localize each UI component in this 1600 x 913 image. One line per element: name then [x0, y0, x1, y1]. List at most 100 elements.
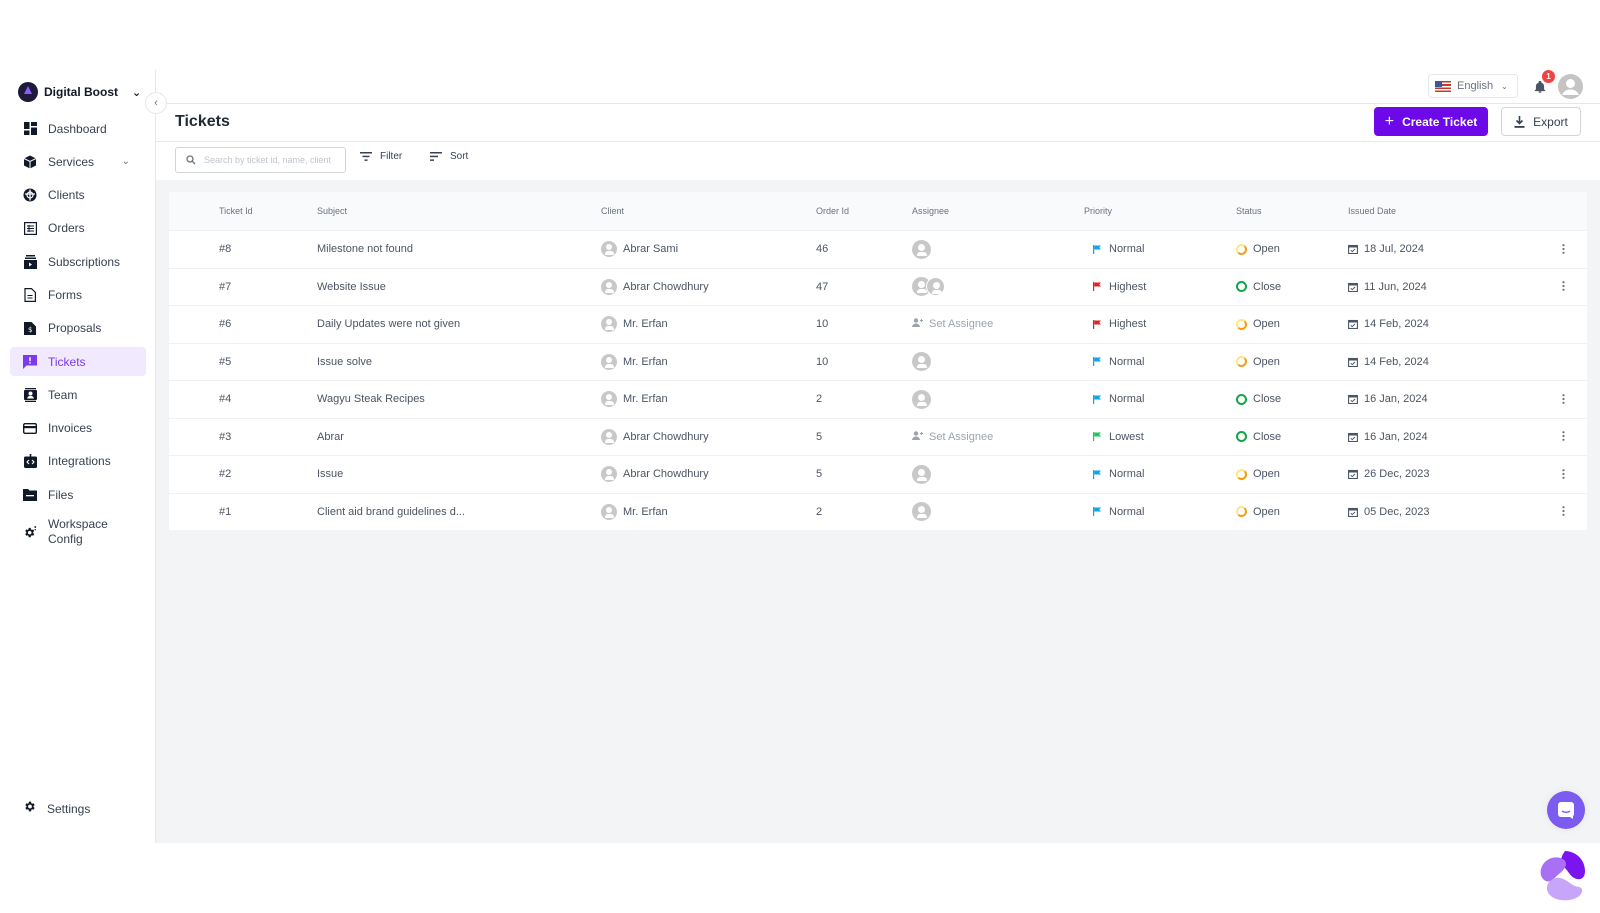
flag-icon [1093, 282, 1101, 292]
column-header-ticket-id[interactable]: Ticket Id [169, 206, 317, 216]
order-id: 2 [816, 505, 823, 518]
notifications-button[interactable]: 1 [1533, 70, 1555, 96]
assignee-cell[interactable]: Set Assignee [912, 431, 1084, 443]
sidebar-item-tickets[interactable]: Tickets [10, 347, 146, 377]
sidebar-item-files[interactable]: Files [10, 480, 146, 509]
assignee-cell[interactable] [912, 389, 1084, 409]
support-chat-button[interactable] [1547, 791, 1585, 829]
column-header-issued-date[interactable]: Issued Date [1348, 206, 1558, 216]
ticket-subject[interactable]: Website Issue [317, 281, 601, 293]
assignee-cell[interactable] [912, 277, 1084, 297]
sidebar-item-invoices[interactable]: Invoices [10, 414, 146, 443]
assignee-cell[interactable]: Set Assignee [912, 318, 1084, 330]
create-ticket-button[interactable]: + Create Ticket [1374, 107, 1488, 136]
ticket-subject[interactable]: Client aid brand guidelines d... [317, 506, 601, 518]
sidebar-item-integrations[interactable]: Integrations [10, 447, 146, 476]
export-button[interactable]: Export [1501, 107, 1581, 136]
workspace-switcher[interactable]: Digital Boost ⌄ [18, 82, 141, 102]
assignee-cell[interactable] [912, 239, 1084, 259]
table-row[interactable]: #7 Website Issue Abrar Chowdhury 47 Highest C… [169, 267, 1587, 305]
table-row[interactable]: #1 Client aid brand guidelines d... Mr. Er… [169, 492, 1587, 530]
status-badge: Open [1236, 243, 1348, 255]
brand-logo-icon [1540, 851, 1585, 901]
status-badge: Close [1236, 281, 1348, 293]
sidebar-item-services[interactable]: Services ⌄ [10, 147, 146, 176]
table-row[interactable]: #2 Issue Abrar Chowdhury 5 Normal Open 26 Dec,… [169, 455, 1587, 493]
actions-cell [1558, 393, 1587, 405]
ticket-subject[interactable]: Wagyu Steak Recipes [317, 393, 601, 405]
sort-button[interactable]: Sort [430, 151, 468, 162]
assignee-avatar[interactable] [926, 277, 945, 297]
table-row[interactable]: #3 Abrar Abrar Chowdhury 5 Set Assignee Lowes… [169, 417, 1587, 455]
team-icon [23, 387, 37, 402]
more-options-icon[interactable] [1558, 506, 1568, 517]
sidebar-item-clients[interactable]: Clients [10, 181, 146, 210]
client-cell: Abrar Sami [601, 241, 816, 258]
sidebar-item-orders[interactable]: Orders [10, 214, 146, 243]
search-box [175, 147, 346, 173]
sidebar-item-proposals[interactable]: $ Proposals [10, 314, 146, 343]
ticket-subject[interactable]: Milestone not found [317, 243, 601, 255]
column-header-client[interactable]: Client [601, 206, 816, 216]
more-options-icon[interactable] [1558, 243, 1568, 255]
collapse-sidebar-button[interactable]: ‹ [145, 92, 167, 114]
ticket-subject[interactable]: Issue [317, 468, 601, 480]
assignee-avatar[interactable] [912, 352, 931, 372]
priority-cell: Highest [1084, 281, 1236, 293]
sidebar-item-team[interactable]: Team [10, 380, 146, 409]
filter-button[interactable]: Filter [360, 151, 402, 162]
more-options-icon[interactable] [1558, 431, 1568, 442]
user-icon [1562, 79, 1579, 95]
user-avatar[interactable] [1558, 74, 1583, 99]
ticket-subject[interactable]: Daily Updates were not given [317, 318, 601, 330]
ticket-subject[interactable]: Issue solve [317, 356, 601, 368]
add-user-icon [912, 431, 923, 443]
table-toolbar: Filter Sort [156, 142, 1600, 180]
set-assignee-button[interactable]: Set Assignee [912, 431, 993, 443]
sidebar-item-workspace-config[interactable]: Workspace Config [10, 514, 146, 550]
table-row[interactable]: #5 Issue solve Mr. Erfan 10 Normal Open 14 Feb… [169, 342, 1587, 380]
set-assignee-button[interactable]: Set Assignee [912, 318, 993, 330]
sidebar-item-settings[interactable]: Settings [23, 800, 90, 818]
column-header-priority[interactable]: Priority [1084, 206, 1236, 216]
search-input[interactable] [204, 155, 344, 165]
more-options-icon[interactable] [1558, 468, 1568, 480]
more-options-icon[interactable] [1558, 281, 1568, 292]
status-badge: Open [1236, 468, 1348, 480]
ticket-id: #1 [219, 505, 232, 518]
assignee-cell[interactable] [912, 352, 1084, 372]
assignee-avatar[interactable] [912, 464, 931, 484]
sidebar-item-dashboard[interactable]: Dashboard [10, 114, 146, 143]
filter-label: Filter [380, 151, 403, 162]
assignee-avatar[interactable] [912, 389, 931, 409]
language-select[interactable]: English ⌄ [1428, 74, 1518, 98]
priority-label: Normal [1109, 243, 1145, 256]
table-row[interactable]: #8 Milestone not found Abrar Sami 46 Normal O… [169, 230, 1587, 268]
ticket-subject[interactable]: Abrar [317, 431, 601, 443]
assignee-avatar[interactable] [912, 502, 931, 522]
priority-label: Normal [1109, 393, 1145, 406]
sidebar-item-subscriptions[interactable]: Subscriptions [10, 247, 146, 276]
client-name: Abrar Chowdhury [623, 468, 709, 481]
page-header: Tickets + Create Ticket Export [156, 104, 1600, 142]
table-row[interactable]: #6 Daily Updates were not given Mr. Erfan 1… [169, 305, 1587, 343]
column-header-assignee[interactable]: Assignee [912, 206, 1084, 216]
column-header-order-id[interactable]: Order Id [816, 206, 912, 216]
chevron-down-icon: ⌄ [121, 156, 130, 168]
client-name: Mr. Erfan [623, 505, 668, 518]
priority-cell: Normal [1084, 393, 1236, 405]
assignee-cell[interactable] [912, 502, 1084, 522]
more-options-icon[interactable] [1558, 393, 1568, 405]
assignee-cell[interactable] [912, 464, 1084, 484]
column-header-subject[interactable]: Subject [317, 206, 601, 216]
order-id: 5 [816, 468, 823, 481]
assignee-avatar[interactable] [912, 239, 931, 259]
sidebar-item-forms[interactable]: Forms [10, 280, 146, 309]
issued-date: 05 Dec, 2023 [1348, 506, 1558, 518]
status-closed-icon [1236, 281, 1247, 293]
order-id: 10 [816, 355, 829, 368]
sidebar-item-label: Services [48, 154, 95, 169]
table-row[interactable]: #4 Wagyu Steak Recipes Mr. Erfan 2 Normal Clo… [169, 380, 1587, 418]
issued-date-label: 05 Dec, 2023 [1364, 505, 1430, 518]
column-header-status[interactable]: Status [1236, 206, 1348, 216]
